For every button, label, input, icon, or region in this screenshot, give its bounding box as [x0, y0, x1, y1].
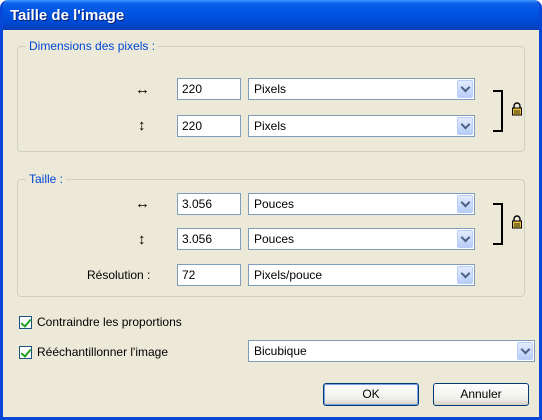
doc-height-unit-value: Pouces	[254, 232, 295, 246]
width-arrow-icon: ↔	[135, 81, 150, 98]
lock-icon	[512, 102, 522, 116]
chevron-down-icon[interactable]	[517, 342, 533, 360]
cancel-button[interactable]: Annuler	[433, 383, 529, 406]
window-title: Taille de l'image	[10, 7, 125, 24]
doc-width-unit-select[interactable]: Pouces	[248, 193, 475, 215]
size-link-bracket	[493, 203, 503, 245]
resample-image-label[interactable]: Rééchantillonner l'image	[37, 345, 168, 359]
resample-image-checkbox[interactable]	[19, 346, 32, 359]
pixel-dimensions-legend: Dimensions des pixels :	[26, 39, 159, 53]
doc-height-unit-select[interactable]: Pouces	[248, 228, 475, 250]
pixel-link-bracket	[493, 90, 503, 132]
resolution-label: Résolution :	[87, 268, 151, 282]
doc-height-input[interactable]	[177, 228, 241, 250]
pixel-width-input[interactable]	[177, 78, 241, 100]
width-arrow-icon: ↔	[135, 195, 150, 212]
resolution-unit-value: Pixels/pouce	[254, 268, 323, 282]
resolution-unit-select[interactable]: Pixels/pouce	[248, 264, 475, 286]
constrain-proportions-label[interactable]: Contraindre les proportions	[37, 315, 182, 329]
chevron-down-icon[interactable]	[457, 80, 473, 98]
resolution-input[interactable]	[177, 264, 241, 286]
chevron-down-icon[interactable]	[457, 266, 473, 284]
ok-button[interactable]: OK	[323, 383, 419, 406]
doc-width-input[interactable]	[177, 193, 241, 215]
document-size-legend: Taille :	[26, 172, 67, 186]
chevron-down-icon[interactable]	[457, 230, 473, 248]
lock-icon	[512, 215, 522, 229]
pixel-width-unit-value: Pixels	[254, 82, 287, 96]
title-bar[interactable]: Taille de l'image	[3, 0, 539, 30]
chevron-down-icon[interactable]	[457, 117, 473, 135]
height-arrow-icon: ↕	[138, 117, 146, 134]
chevron-down-icon[interactable]	[457, 195, 473, 213]
pixel-height-unit-select[interactable]: Pixels	[248, 115, 475, 137]
pixel-width-unit-select[interactable]: Pixels	[248, 78, 475, 100]
height-arrow-icon: ↕	[138, 231, 146, 248]
pixel-height-input[interactable]	[177, 115, 241, 137]
doc-width-unit-value: Pouces	[254, 197, 295, 211]
resample-method-value: Bicubique	[254, 344, 307, 358]
image-size-dialog: Taille de l'image Dimensions des pixels …	[0, 0, 542, 420]
pixel-height-unit-value: Pixels	[254, 119, 287, 133]
resample-method-select[interactable]: Bicubique	[248, 340, 535, 362]
constrain-proportions-checkbox[interactable]	[19, 316, 32, 329]
